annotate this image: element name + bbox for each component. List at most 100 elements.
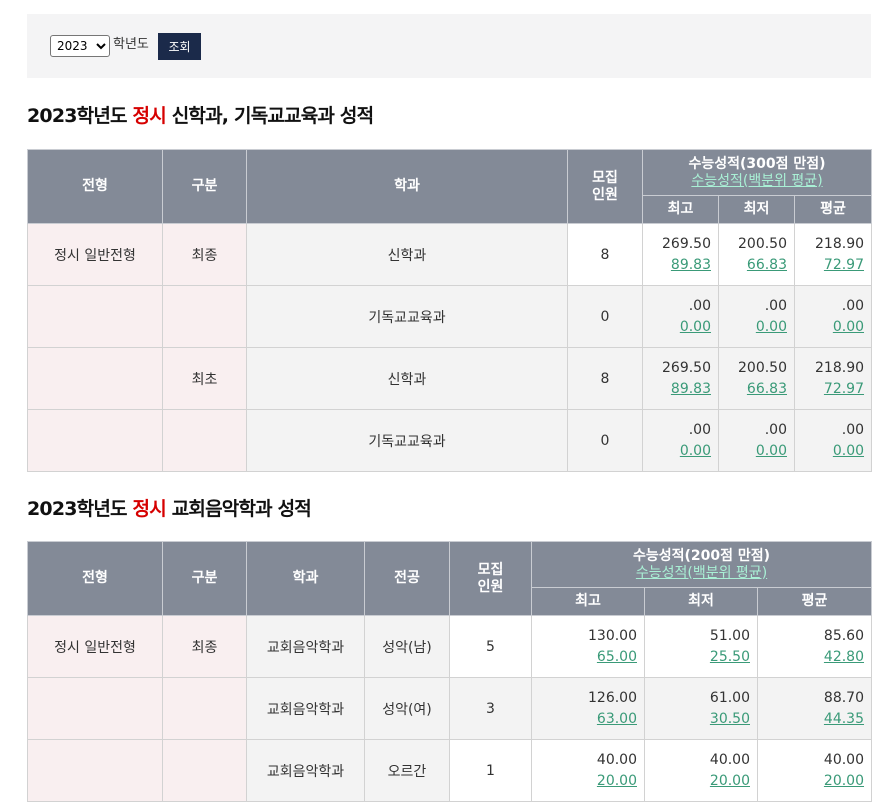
search-button[interactable]: 조회 [158,33,201,60]
cell-max-raw: 130.00 [588,627,637,644]
cell-category: 최종 [162,223,247,286]
table-row: 정시 일반전형 최종 신학과 8 269.50 89.83 200.50 66.83 218.9… [27,223,873,286]
cell-max-percentile-link[interactable]: 0.00 [643,317,711,338]
section1-title-prefix: 2023학년도 [27,105,133,127]
cell-category [162,677,247,740]
cell-min-percentile-link[interactable]: 20.00 [645,771,750,792]
cell-quota: 1 [449,739,532,802]
cell-max-raw: .00 [688,297,711,314]
cell-min-raw: 200.50 [738,359,787,376]
cell-max: 269.50 89.83 [642,347,719,410]
cell-min-percentile-link[interactable]: 30.50 [645,709,750,730]
cell-max-raw: 269.50 [662,359,711,376]
cell-max: .00 0.00 [642,285,719,348]
cell-quota: 5 [449,615,532,678]
section1-title-highlight: 정시 [132,105,167,127]
cell-dept: 교회음악학과 [246,739,365,802]
cell-type [27,347,163,410]
cell-type: 정시 일반전형 [27,615,163,678]
cell-min-percentile-link[interactable]: 66.83 [719,255,787,276]
header-score-group: 수능성적(300점 만점) 수능성적(백분위 평균) [641,149,873,196]
cell-max: .00 0.00 [642,409,719,472]
cell-max-percentile-link[interactable]: 0.00 [643,441,711,462]
year-select[interactable]: 2023 [50,35,110,57]
table-row: 기독교교육과 0.00 0.00.00 0.00.00 0.00 [27,409,873,472]
cell-max-percentile-link[interactable]: 89.83 [643,379,711,400]
cell-min: 51.00 25.50 [644,615,758,678]
cell-max: 126.00 63.00 [531,677,645,740]
cell-quota: 8 [567,347,643,410]
cell-min-raw: 200.50 [738,235,787,252]
cell-avg: .00 0.00 [793,285,873,348]
cell-min-percentile-link[interactable]: 66.83 [719,379,787,400]
cell-min: .00 0.00 [718,409,795,472]
cell-min-percentile-link[interactable]: 0.00 [719,317,787,338]
cell-major: 성악(여) [364,677,450,740]
header-avg: 평균 [793,195,873,224]
cell-type: 정시 일반전형 [27,223,163,286]
cell-min-raw: .00 [764,421,787,438]
header-score-sub-link[interactable]: 수능성적(백분위 평균) [691,173,822,189]
cell-avg: 88.70 44.35 [756,677,873,740]
header-category: 구분 [162,149,247,224]
cell-major: 오르간 [364,739,450,802]
cell-avg-percentile-link[interactable]: 72.97 [795,379,864,400]
cell-category: 최종 [162,615,247,678]
table-row: 최초 신학과 8 269.50 89.83 200.50 66.83 218.90 72.97 [27,347,873,410]
table-row: 기독교교육과 0.00 0.00.00 0.00.00 0.00 [27,285,873,348]
cell-min-raw: 51.00 [709,627,750,644]
cell-max-percentile-link[interactable]: 89.83 [643,255,711,276]
cell-avg-percentile-link[interactable]: 44.35 [758,709,864,730]
cell-min: 40.00 20.00 [644,739,758,802]
cell-min-percentile-link[interactable]: 0.00 [719,441,787,462]
header-category: 구분 [162,541,247,616]
section2-title-prefix: 2023학년도 [27,498,133,520]
cell-avg-raw: 218.90 [815,235,865,252]
cell-avg: 85.60 42.80 [756,615,873,678]
header-type: 전형 [27,149,163,224]
section2-title-suffix: 교회음악학과 성적 [165,498,312,520]
cell-avg-raw: 40.00 [823,751,865,768]
header-min: 최저 [644,587,758,616]
cell-avg-percentile-link[interactable]: 42.80 [758,647,864,668]
cell-avg-percentile-link[interactable]: 72.97 [795,255,864,276]
cell-type [27,739,163,802]
cell-min: 61.00 30.50 [644,677,758,740]
cell-avg-percentile-link[interactable]: 0.00 [795,441,864,462]
cell-min: 200.50 66.83 [718,347,795,410]
cell-avg-percentile-link[interactable]: 20.00 [758,771,864,792]
cell-avg: 218.90 72.97 [793,223,873,286]
header-quota: 모집 인원 [567,149,643,224]
cell-max: 269.50 89.83 [642,223,719,286]
header-score-group: 수능성적(200점 만점) 수능성적(백분위 평균) [530,541,873,588]
cell-max-percentile-link[interactable]: 65.00 [532,647,637,668]
cell-dept: 기독교교육과 [246,409,568,472]
cell-quota: 8 [567,223,643,286]
cell-dept: 신학과 [246,223,568,286]
cell-major: 성악(남) [364,615,450,678]
cell-quota: 0 [567,409,643,472]
cell-avg-raw: 85.60 [823,627,865,644]
table-row: 정시 일반전형 최종 교회음악학과 성악(남) 5 130.00 65.00 51.00 25.… [27,615,873,678]
cell-avg-raw: .00 [841,421,865,438]
cell-avg-percentile-link[interactable]: 0.00 [795,317,864,338]
cell-max-percentile-link[interactable]: 63.00 [532,709,637,730]
cell-quota: 0 [567,285,643,348]
cell-dept: 신학과 [246,347,568,410]
cell-min-percentile-link[interactable]: 25.50 [645,647,750,668]
cell-category [162,409,247,472]
cell-dept: 교회음악학과 [246,677,365,740]
cell-avg: 40.00 20.00 [756,739,873,802]
header-max: 최고 [642,195,719,224]
cell-max-raw: 269.50 [662,235,711,252]
filter-bar: 2023 학년도 조회 [27,14,871,78]
year-suffix-label: 학년도 [113,37,149,52]
cell-min-raw: 40.00 [709,751,750,768]
cell-max-percentile-link[interactable]: 20.00 [532,771,637,792]
cell-category [162,739,247,802]
cell-max: 130.00 65.00 [531,615,645,678]
header-min: 최저 [718,195,795,224]
cell-category [162,285,247,348]
header-type: 전형 [27,541,163,616]
header-score-sub-link[interactable]: 수능성적(백분위 평균) [636,565,767,581]
